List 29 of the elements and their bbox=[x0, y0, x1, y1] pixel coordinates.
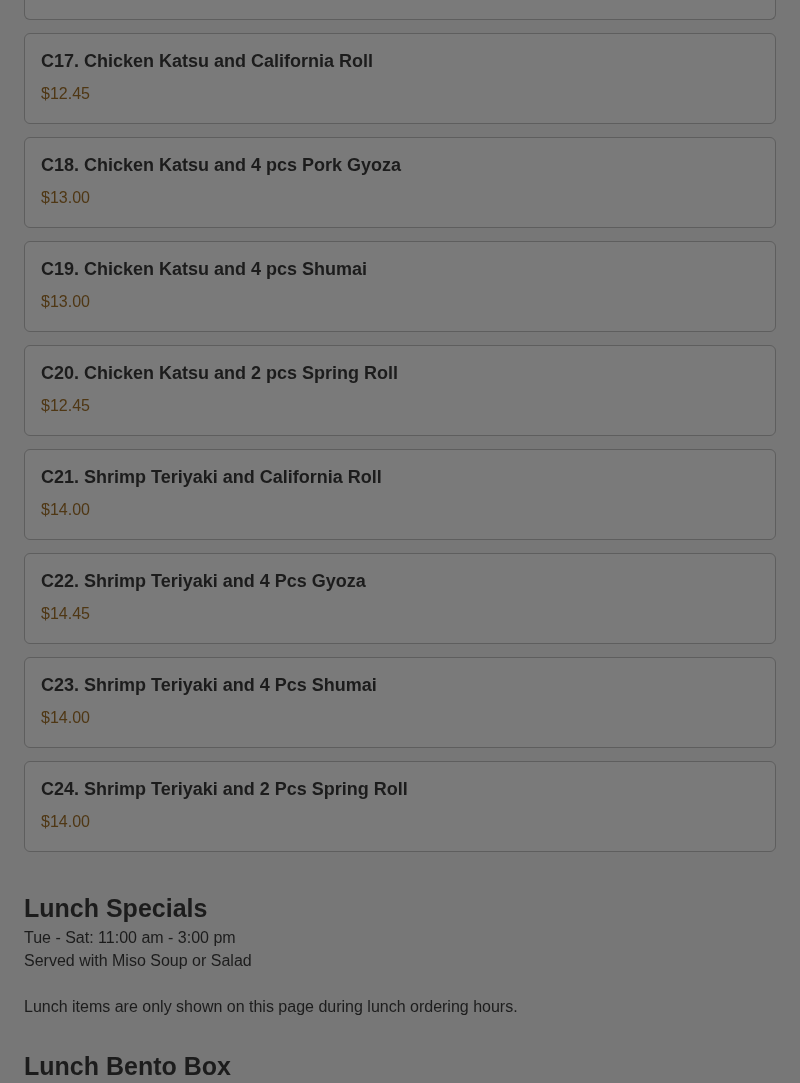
item-price: $12.45 bbox=[41, 84, 91, 104]
hours-text: Tue - Sat: 11:00 am - 3:00 pm bbox=[24, 928, 237, 948]
menu-item-card[interactable]: C17. Chicken Katsu and California Roll $12.45 bbox=[24, 33, 776, 124]
item-name: C22. Shrimp Teriyaki and 4 Pcs Gyoza bbox=[41, 570, 367, 593]
item-name: C20. Chicken Katsu and 2 pcs Spring Roll bbox=[41, 362, 400, 385]
item-name: C24. Shrimp Teriyaki and 2 Pcs Spring Roll bbox=[41, 778, 409, 801]
section-title: Lunch Specials bbox=[24, 893, 209, 924]
item-price: $13.00 bbox=[41, 292, 91, 312]
menu-item-card[interactable]: C22. Shrimp Teriyaki and 4 Pcs Gyoza $14.45 bbox=[24, 553, 776, 644]
item-price: $12.45 bbox=[41, 396, 91, 416]
item-price: $13.00 bbox=[41, 188, 91, 208]
item-name: C17. Chicken Katsu and California Roll bbox=[41, 50, 375, 73]
menu-item-card[interactable]: C24. Shrimp Teriyaki and 2 Pcs Spring Roll $14.00 bbox=[24, 761, 776, 852]
item-price: $14.00 bbox=[41, 500, 91, 520]
item-price: $14.45 bbox=[41, 604, 91, 624]
section-title: Lunch Bento Box bbox=[24, 1052, 232, 1080]
menu-item-card[interactable]: C18. Chicken Katsu and 4 pcs Pork Gyoza $13.00 bbox=[24, 137, 776, 228]
menu-item-card[interactable]: C21. Shrimp Teriyaki and California Roll $14.00 bbox=[24, 449, 776, 540]
item-name: C19. Chicken Katsu and 4 pcs Shumai bbox=[41, 258, 369, 281]
item-price: $14.00 bbox=[41, 812, 91, 832]
item-price: $14.00 bbox=[41, 708, 91, 728]
menu-item-card[interactable]: C20. Chicken Katsu and 2 pcs Spring Roll $12.45 bbox=[24, 345, 776, 436]
menu-item-card[interactable]: C19. Chicken Katsu and 4 pcs Shumai $13.00 bbox=[24, 241, 776, 332]
served-text: Served with Miso Soup or Salad bbox=[24, 951, 253, 971]
item-name: C23. Shrimp Teriyaki and 4 Pcs Shumai bbox=[41, 674, 378, 697]
menu-item-card[interactable]: C23. Shrimp Teriyaki and 4 Pcs Shumai $14.00 bbox=[24, 657, 776, 748]
item-name: C21. Shrimp Teriyaki and California Roll bbox=[41, 466, 383, 489]
note-text: Lunch items are only shown on this page during lunch ordering hours. bbox=[24, 997, 519, 1017]
item-name: C18. Chicken Katsu and 4 pcs Pork Gyoza bbox=[41, 154, 403, 177]
